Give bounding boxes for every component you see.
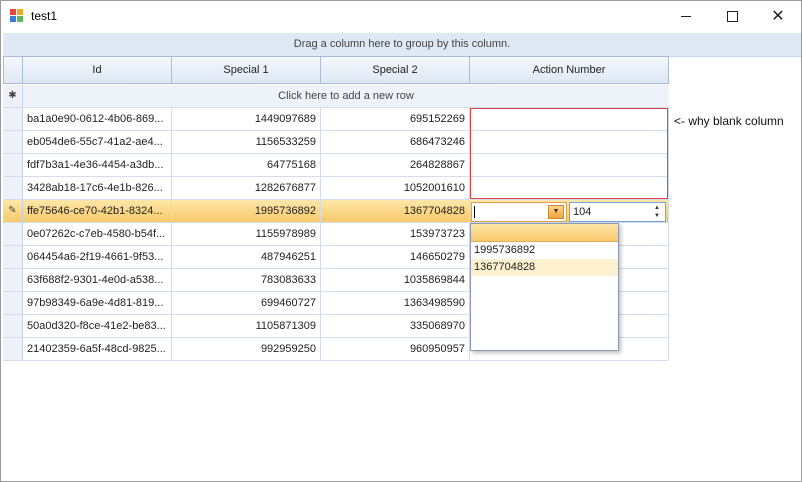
cell-action-number[interactable] (470, 108, 669, 131)
cell-id[interactable]: eb054de6-55c7-41a2-ae4... (23, 131, 172, 154)
maximize-icon (726, 10, 738, 22)
row-indicator[interactable] (3, 131, 23, 154)
column-header-special-1[interactable]: Special 1 (171, 56, 321, 84)
cell-special-1[interactable]: 1155978989 (172, 223, 321, 246)
cell-id[interactable]: 21402359-6a5f-48cd-9825... (23, 338, 172, 361)
spin-editor[interactable]: 104 ▲ ▼ (569, 202, 666, 222)
new-row[interactable]: ✱ Click here to add a new row (3, 85, 669, 108)
row-indicator[interactable] (3, 269, 23, 292)
dropdown-option[interactable]: 1995736892 (471, 242, 618, 259)
row-indicator[interactable] (3, 246, 23, 269)
cell-special-2[interactable]: 686473246 (321, 131, 470, 154)
row-indicator[interactable] (3, 108, 23, 131)
title-bar: test1 ✕ (1, 1, 801, 31)
cell-special-2[interactable]: 335068970 (321, 315, 470, 338)
window-title: test1 (31, 9, 58, 23)
minimize-icon (681, 15, 691, 17)
app-icon (10, 9, 23, 22)
cell-special-1[interactable]: 64775168 (172, 154, 321, 177)
row-indicator[interactable] (3, 154, 23, 177)
annotation-text: <- why blank column (674, 114, 784, 128)
dropdown-option-blank[interactable] (471, 224, 618, 242)
cell-special-2[interactable]: 1363498590 (321, 292, 470, 315)
column-header-special-2[interactable]: Special 2 (320, 56, 470, 84)
maximize-button[interactable] (709, 1, 755, 31)
cell-id[interactable]: 97b98349-6a9e-4d81-819... (23, 292, 172, 315)
cell-action-number[interactable] (470, 154, 669, 177)
cell-special-1[interactable]: 699460727 (172, 292, 321, 315)
cell-special-1[interactable]: 992959250 (172, 338, 321, 361)
cell-special-2[interactable]: 146650279 (321, 246, 470, 269)
cell-special-1[interactable]: 1105871309 (172, 315, 321, 338)
dropdown-list[interactable]: 1995736892 1367704828 (470, 223, 619, 351)
row-indicator-header (3, 56, 23, 84)
new-row-icon: ✱ (3, 85, 23, 108)
row-indicator[interactable] (3, 177, 23, 200)
cell-id[interactable]: 064454a6-2f19-4661-9f53... (23, 246, 172, 269)
dropdown-option[interactable]: 1367704828 (471, 259, 618, 276)
table-row[interactable]: eb054de6-55c7-41a2-ae4... 1156533259 68647… (3, 131, 669, 154)
cell-id[interactable]: 3428ab18-17c6-4e1b-826... (23, 177, 172, 200)
column-header-id[interactable]: Id (22, 56, 172, 84)
new-row-label[interactable]: Click here to add a new row (23, 85, 669, 108)
cell-special-2[interactable]: 695152269 (321, 108, 470, 131)
cell-special-2[interactable]: 153973723 (321, 223, 470, 246)
table-row[interactable]: fdf7b3a1-4e36-4454-a3db... 64775168 264828… (3, 154, 669, 177)
cell-special-1[interactable]: 1449097689 (172, 108, 321, 131)
cell-special-1[interactable]: 1282676877 (172, 177, 321, 200)
group-by-hint: Drag a column here to group by this colu… (293, 38, 511, 50)
cell-action-number[interactable] (470, 177, 669, 200)
dropdown-arrow-icon[interactable]: ▼ (548, 205, 564, 219)
cell-id[interactable]: 63f688f2-9301-4e0d-a538... (23, 269, 172, 292)
edit-pencil-icon[interactable]: ✎ (3, 200, 23, 223)
close-button[interactable]: ✕ (755, 1, 801, 31)
cell-special-2[interactable]: 264828867 (321, 154, 470, 177)
row-indicator[interactable] (3, 338, 23, 361)
table-row[interactable]: ba1a0e90-0612-4b06-869... 1449097689 69515… (3, 108, 669, 131)
cell-id[interactable]: 0e07262c-c7eb-4580-b54f... (23, 223, 172, 246)
row-indicator[interactable] (3, 315, 23, 338)
cell-id[interactable]: fdf7b3a1-4e36-4454-a3db... (23, 154, 172, 177)
spin-value: 104 (573, 206, 592, 218)
cell-special-2[interactable]: 960950957 (321, 338, 470, 361)
row-indicator[interactable] (3, 223, 23, 246)
cell-special-1[interactable]: 1995736892 (172, 200, 321, 223)
row-indicator[interactable] (3, 292, 23, 315)
cell-special-1[interactable]: 487946251 (172, 246, 321, 269)
app-window: test1 ✕ Drag a column here to group by t… (0, 0, 802, 482)
close-icon: ✕ (771, 8, 785, 25)
cell-special-1[interactable]: 783083633 (172, 269, 321, 292)
table-row[interactable]: 3428ab18-17c6-4e1b-826... 1282676877 10520… (3, 177, 669, 200)
cell-id[interactable]: ba1a0e90-0612-4b06-869... (23, 108, 172, 131)
group-by-panel[interactable]: Drag a column here to group by this colu… (3, 33, 801, 57)
cell-id[interactable]: 50a0d320-f8ce-41e2-be83... (23, 315, 172, 338)
minimize-button[interactable] (663, 1, 709, 31)
cell-special-2[interactable]: 1367704828 (321, 200, 470, 223)
spin-arrows-icon[interactable]: ▲ ▼ (651, 204, 663, 220)
action-number-combo[interactable]: ▼ (471, 202, 567, 222)
column-header-action-number[interactable]: Action Number (469, 56, 669, 84)
cell-special-2[interactable]: 1035869844 (321, 269, 470, 292)
cell-id[interactable]: ffe75646-ce70-42b1-8324... (23, 200, 172, 223)
cell-special-2[interactable]: 1052001610 (321, 177, 470, 200)
cell-special-1[interactable]: 1156533259 (172, 131, 321, 154)
text-caret (474, 206, 475, 218)
cell-action-number[interactable] (470, 131, 669, 154)
